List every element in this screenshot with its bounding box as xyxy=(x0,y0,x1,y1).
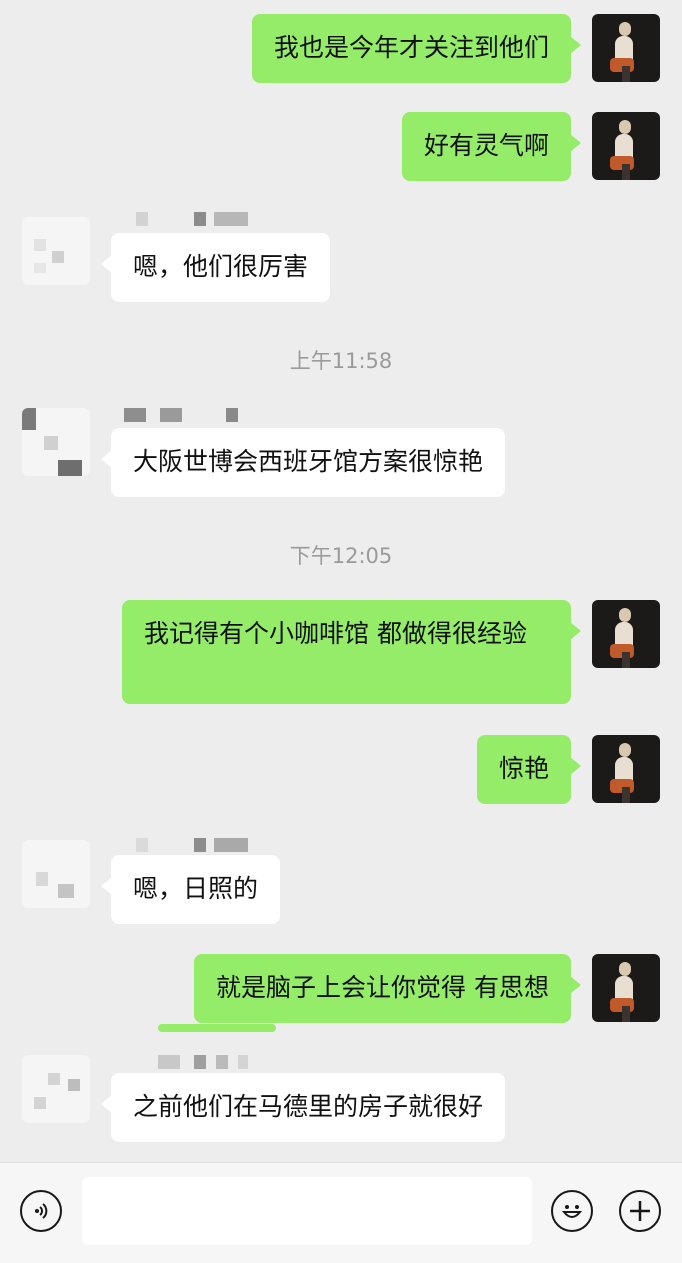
message-text: 好有灵气啊 xyxy=(423,131,549,160)
contact-nickname xyxy=(158,1055,250,1069)
self-avatar[interactable] xyxy=(592,954,660,1022)
message-bubble-other[interactable]: 嗯，他们很厉害 xyxy=(100,233,331,302)
message-text: 嗯，他们很厉害 xyxy=(133,252,309,281)
message-text: 之前他们在马德里的房子就很好 xyxy=(133,1092,484,1121)
message-bubble-other[interactable]: 大阪世博会西班牙馆方案很惊艳 xyxy=(100,428,506,497)
emoji-icon xyxy=(561,1205,583,1218)
contact-avatar[interactable] xyxy=(22,840,90,908)
quote-strip xyxy=(158,1024,276,1032)
message-bubble-self[interactable]: 就是脑子上会让你觉得 有思想 xyxy=(194,954,581,1023)
timestamp: 下午12:05 xyxy=(289,544,393,568)
message-text: 我也是今年才关注到他们 xyxy=(273,33,549,62)
plus-icon xyxy=(630,1201,650,1221)
message-bubble-other[interactable]: 之前他们在马德里的房子就很好 xyxy=(100,1073,506,1142)
message-text: 大阪世博会西班牙馆方案很惊艳 xyxy=(133,447,484,476)
contact-avatar[interactable] xyxy=(22,217,90,285)
timestamp: 上午11:58 xyxy=(289,349,393,373)
contact-avatar[interactable] xyxy=(22,408,90,476)
self-avatar[interactable] xyxy=(592,600,660,668)
emoji-button[interactable] xyxy=(551,1190,593,1232)
message-bubble-self[interactable]: 我也是今年才关注到他们 xyxy=(251,14,582,83)
message-text: 我记得有个小咖啡馆 都做得很经验 xyxy=(144,619,527,648)
message-bubble-self[interactable]: 惊艳 xyxy=(476,735,582,804)
message-bubble-other[interactable]: 嗯，日照的 xyxy=(100,855,281,924)
voice-button[interactable] xyxy=(20,1190,62,1232)
self-avatar[interactable] xyxy=(592,14,660,82)
message-text: 嗯，日照的 xyxy=(133,874,259,903)
message-bubble-self[interactable]: 我记得有个小咖啡馆 都做得很经验 xyxy=(122,600,581,704)
input-bar xyxy=(0,1162,682,1263)
message-text: 惊艳 xyxy=(498,754,549,783)
chat-area: 我也是今年才关注到他们 好有灵气啊 嗯，他们很厉害 上午11:58 大阪世博会西… xyxy=(0,0,682,1162)
message-text: 就是脑子上会让你觉得 有思想 xyxy=(216,973,549,1002)
contact-avatar[interactable] xyxy=(22,1055,90,1123)
more-button[interactable] xyxy=(619,1190,661,1232)
contact-nickname xyxy=(136,212,250,226)
contact-nickname xyxy=(136,838,252,852)
message-input[interactable] xyxy=(82,1177,532,1245)
message-bubble-self[interactable]: 好有灵气啊 xyxy=(401,112,582,181)
self-avatar[interactable] xyxy=(592,735,660,803)
contact-nickname xyxy=(124,408,242,422)
voice-icon xyxy=(35,1203,48,1219)
self-avatar[interactable] xyxy=(592,112,660,180)
